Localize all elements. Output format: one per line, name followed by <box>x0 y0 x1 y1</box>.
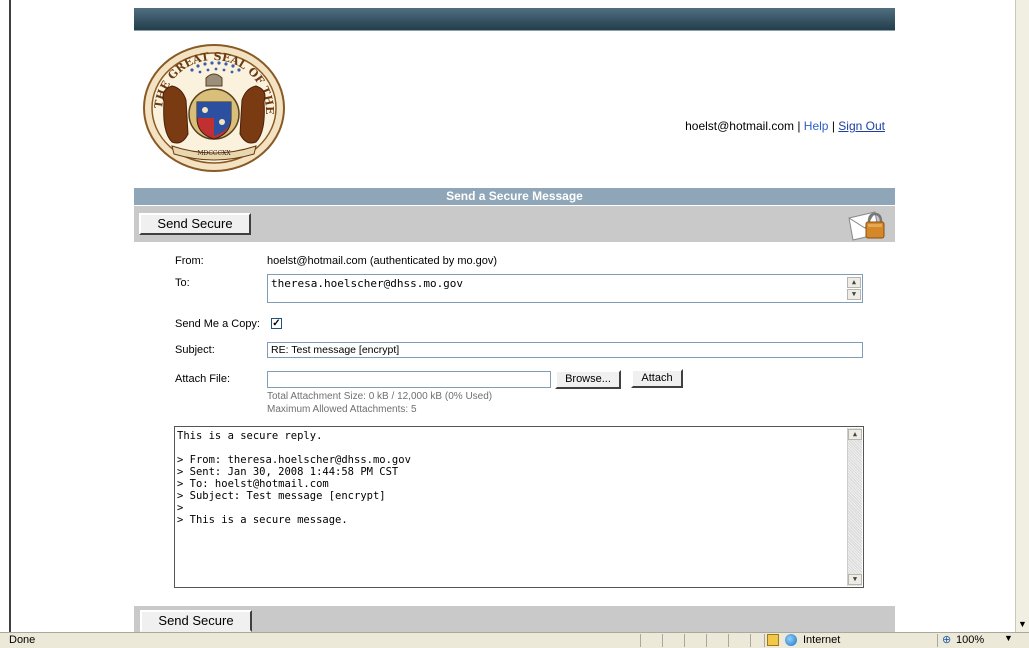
status-cell <box>706 634 729 647</box>
zoom-cell[interactable]: ⊕ 100% ▼ <box>937 633 1020 647</box>
message-scrollbar[interactable]: ▲ ▼ <box>847 428 862 586</box>
status-text: Done <box>9 634 36 646</box>
message-line: > Sent: Jan 30, 2008 1:44:58 PM CST <box>177 466 399 478</box>
top-toolbar: Send Secure <box>134 206 895 242</box>
attachment-size-info: Total Attachment Size: 0 kB / 12,000 kB … <box>267 391 493 402</box>
attachment-max-info: Maximum Allowed Attachments: 5 <box>267 404 417 415</box>
message-scroll-up-icon[interactable]: ▲ <box>848 429 862 440</box>
seal-year: MDCCCXX <box>197 150 231 157</box>
message-line: > To: hoelst@hotmail.com <box>177 478 329 490</box>
to-field-value: theresa.hoelscher@dhss.mo.gov <box>271 277 464 290</box>
message-line: > This is a secure message. <box>177 514 348 526</box>
send-copy-label: Send Me a Copy: <box>175 318 260 330</box>
missouri-state-seal: THE GREAT SEAL OF THE STATE OF MISSOURI … <box>142 42 285 172</box>
status-cell <box>662 634 685 647</box>
user-links: hoelst@hotmail.com | Help | Sign Out <box>685 119 885 133</box>
internet-globe-icon <box>785 634 797 646</box>
zoom-dropdown-icon[interactable]: ▼ <box>1004 633 1013 643</box>
zoom-magnifier-icon: ⊕ <box>942 634 952 646</box>
envelope-lock-icon <box>848 211 885 241</box>
browser-status-bar: Done Internet ⊕ 100% ▼ <box>0 632 1029 648</box>
subject-field-value: RE: Test message [encrypt] <box>271 344 400 356</box>
attach-button[interactable]: Attach <box>631 369 683 388</box>
status-cell <box>750 634 765 647</box>
zone-label: Internet <box>803 634 841 646</box>
section-title-bar: Send a Secure Message <box>134 188 895 205</box>
send-secure-button[interactable]: Send Secure <box>139 213 251 235</box>
zoom-label: 100% <box>956 634 985 646</box>
browse-button[interactable]: Browse... <box>555 370 621 389</box>
header-divider <box>134 30 895 31</box>
status-cell <box>728 634 751 647</box>
message-line: > <box>177 502 184 514</box>
attach-file-input[interactable] <box>267 371 551 388</box>
security-zone-cell[interactable]: Internet <box>764 634 935 647</box>
user-email: hoelst@hotmail.com <box>685 119 794 133</box>
from-label: From: <box>175 255 204 267</box>
message-line <box>177 442 411 454</box>
window-left-edge <box>0 0 11 632</box>
subject-field[interactable]: RE: Test message [encrypt] <box>267 342 863 358</box>
message-body-textarea[interactable]: This is a secure reply. > From: theresa.… <box>174 426 864 588</box>
attach-file-label: Attach File: <box>175 373 231 385</box>
status-cell <box>640 634 663 647</box>
to-label: To: <box>175 277 190 289</box>
to-scroll-up-icon[interactable]: ▲ <box>847 277 861 288</box>
to-scroll-down-icon[interactable]: ▼ <box>847 289 861 300</box>
message-line: This is a secure reply. <box>177 430 323 442</box>
sign-out-link[interactable]: Sign Out <box>838 119 885 133</box>
header-top-bar <box>134 8 895 30</box>
scroll-down-arrow-icon[interactable]: ▼ <box>1017 619 1028 630</box>
message-body-text: This is a secure reply. > From: theresa.… <box>177 430 411 526</box>
popup-blocker-icon[interactable] <box>767 634 779 646</box>
bottom-toolbar: Send Secure <box>134 606 895 632</box>
send-copy-checkbox[interactable]: ✓ <box>271 318 282 329</box>
page-vertical-scrollbar[interactable]: ▼ <box>1015 0 1029 632</box>
message-line: > Subject: Test message [encrypt] <box>177 490 386 502</box>
message-line: > From: theresa.hoelscher@dhss.mo.gov <box>177 454 411 466</box>
help-link[interactable]: Help <box>804 119 829 133</box>
link-separator: | <box>797 119 801 133</box>
message-scroll-down-icon[interactable]: ▼ <box>848 574 862 585</box>
status-cell <box>684 634 707 647</box>
subject-label: Subject: <box>175 344 215 356</box>
from-value: hoelst@hotmail.com (authenticated by mo.… <box>267 255 498 267</box>
page-container: THE GREAT SEAL OF THE STATE OF MISSOURI … <box>134 8 895 632</box>
to-field[interactable]: theresa.hoelscher@dhss.mo.gov ▲ ▼ <box>267 274 863 303</box>
link-separator-2: | <box>831 119 835 133</box>
send-secure-button-bottom[interactable]: Send Secure <box>140 610 252 632</box>
